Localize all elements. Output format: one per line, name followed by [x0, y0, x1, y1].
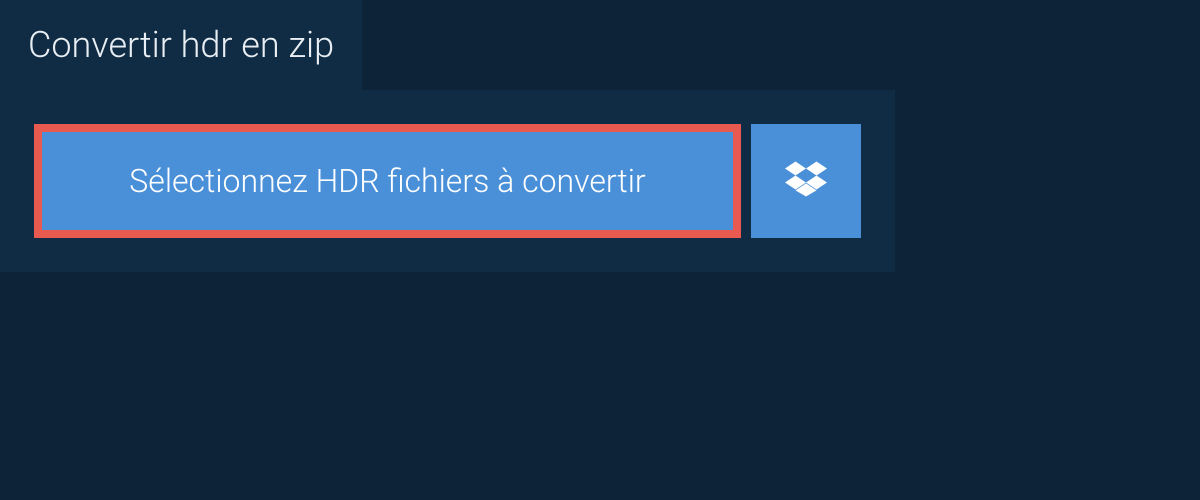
select-files-label: Sélectionnez HDR fichiers à convertir	[129, 162, 645, 200]
upload-panel: Sélectionnez HDR fichiers à convertir	[0, 90, 895, 272]
page-title: Convertir hdr en zip	[0, 0, 362, 90]
dropbox-button[interactable]	[751, 124, 861, 238]
page-title-text: Convertir hdr en zip	[28, 24, 334, 66]
select-files-button[interactable]: Sélectionnez HDR fichiers à convertir	[34, 124, 741, 238]
dropbox-icon	[785, 158, 827, 204]
button-row: Sélectionnez HDR fichiers à convertir	[34, 124, 861, 238]
